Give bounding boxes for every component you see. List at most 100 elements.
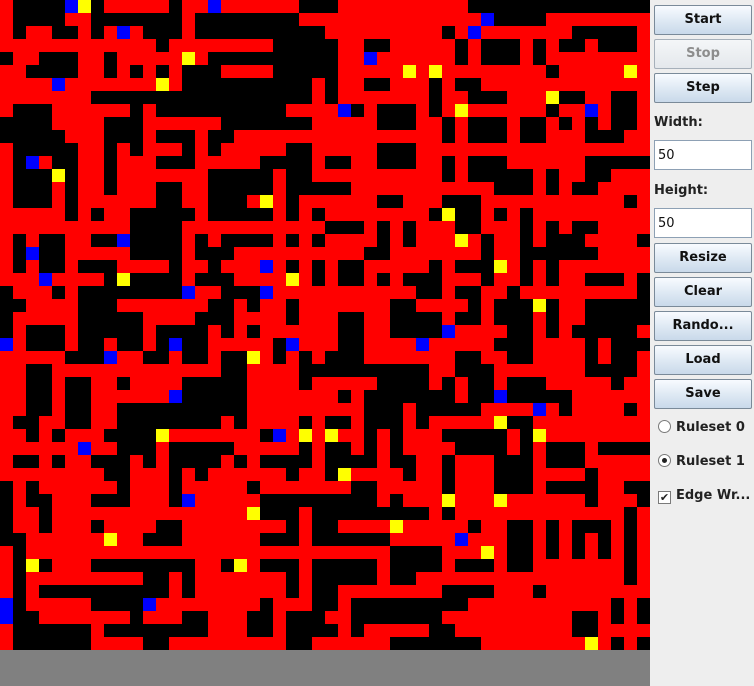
wire-cell[interactable] — [78, 156, 91, 169]
wire-cell[interactable] — [78, 273, 91, 286]
wire-cell[interactable] — [572, 208, 585, 221]
wire-cell[interactable] — [624, 208, 637, 221]
wire-cell[interactable] — [221, 39, 234, 52]
wire-cell[interactable] — [13, 442, 26, 455]
wire-cell[interactable] — [520, 286, 533, 299]
wire-cell[interactable] — [91, 169, 104, 182]
wire-cell[interactable] — [429, 351, 442, 364]
head-cell[interactable] — [104, 351, 117, 364]
wire-cell[interactable] — [598, 78, 611, 91]
wire-cell[interactable] — [481, 455, 494, 468]
wire-cell[interactable] — [130, 169, 143, 182]
wire-cell[interactable] — [546, 26, 559, 39]
wire-cell[interactable] — [13, 325, 26, 338]
wire-cell[interactable] — [26, 208, 39, 221]
wire-cell[interactable] — [0, 364, 13, 377]
wire-cell[interactable] — [247, 273, 260, 286]
wire-cell[interactable] — [559, 351, 572, 364]
wire-cell[interactable] — [429, 130, 442, 143]
wire-cell[interactable] — [624, 416, 637, 429]
wire-cell[interactable] — [468, 52, 481, 65]
wire-cell[interactable] — [533, 637, 546, 650]
wire-cell[interactable] — [65, 559, 78, 572]
wire-cell[interactable] — [52, 390, 65, 403]
wire-cell[interactable] — [13, 78, 26, 91]
tail-cell[interactable] — [533, 429, 546, 442]
wire-cell[interactable] — [429, 481, 442, 494]
wire-cell[interactable] — [260, 364, 273, 377]
wire-cell[interactable] — [520, 572, 533, 585]
wire-cell[interactable] — [273, 143, 286, 156]
wire-cell[interactable] — [520, 156, 533, 169]
wire-cell[interactable] — [572, 312, 585, 325]
wire-cell[interactable] — [260, 299, 273, 312]
wire-cell[interactable] — [78, 208, 91, 221]
wire-cell[interactable] — [377, 546, 390, 559]
wire-cell[interactable] — [351, 390, 364, 403]
wire-cell[interactable] — [572, 585, 585, 598]
wire-cell[interactable] — [533, 91, 546, 104]
wire-cell[interactable] — [260, 390, 273, 403]
wire-cell[interactable] — [78, 429, 91, 442]
wire-cell[interactable] — [195, 130, 208, 143]
wire-cell[interactable] — [312, 429, 325, 442]
wire-cell[interactable] — [91, 572, 104, 585]
wire-cell[interactable] — [416, 0, 429, 13]
wire-cell[interactable] — [637, 260, 650, 273]
wire-cell[interactable] — [520, 611, 533, 624]
wire-cell[interactable] — [0, 390, 13, 403]
wire-cell[interactable] — [182, 182, 195, 195]
wire-cell[interactable] — [299, 533, 312, 546]
wire-cell[interactable] — [143, 468, 156, 481]
wire-cell[interactable] — [208, 637, 221, 650]
wire-cell[interactable] — [351, 299, 364, 312]
wire-cell[interactable] — [130, 572, 143, 585]
wire-cell[interactable] — [286, 442, 299, 455]
wire-cell[interactable] — [117, 169, 130, 182]
wire-cell[interactable] — [559, 325, 572, 338]
wire-cell[interactable] — [403, 481, 416, 494]
wire-cell[interactable] — [312, 403, 325, 416]
wire-cell[interactable] — [468, 624, 481, 637]
wire-cell[interactable] — [26, 221, 39, 234]
wire-cell[interactable] — [0, 273, 13, 286]
wire-cell[interactable] — [351, 130, 364, 143]
wire-cell[interactable] — [143, 0, 156, 13]
wire-cell[interactable] — [182, 26, 195, 39]
wire-cell[interactable] — [52, 559, 65, 572]
wire-cell[interactable] — [78, 455, 91, 468]
wire-cell[interactable] — [455, 143, 468, 156]
wire-cell[interactable] — [611, 416, 624, 429]
wire-cell[interactable] — [611, 169, 624, 182]
wire-cell[interactable] — [598, 637, 611, 650]
wire-cell[interactable] — [351, 208, 364, 221]
wire-cell[interactable] — [156, 442, 169, 455]
wire-cell[interactable] — [260, 351, 273, 364]
wire-cell[interactable] — [377, 468, 390, 481]
wire-cell[interactable] — [260, 273, 273, 286]
wire-cell[interactable] — [598, 481, 611, 494]
wire-cell[interactable] — [130, 52, 143, 65]
wire-cell[interactable] — [195, 520, 208, 533]
wire-cell[interactable] — [299, 338, 312, 351]
wire-cell[interactable] — [52, 416, 65, 429]
wire-cell[interactable] — [182, 637, 195, 650]
wire-cell[interactable] — [364, 286, 377, 299]
wire-cell[interactable] — [143, 39, 156, 52]
wire-cell[interactable] — [104, 481, 117, 494]
wire-cell[interactable] — [260, 637, 273, 650]
wire-cell[interactable] — [13, 91, 26, 104]
wire-cell[interactable] — [429, 234, 442, 247]
head-cell[interactable] — [78, 442, 91, 455]
wire-cell[interactable] — [247, 494, 260, 507]
wire-cell[interactable] — [130, 39, 143, 52]
wire-cell[interactable] — [494, 637, 507, 650]
wire-cell[interactable] — [481, 611, 494, 624]
wire-cell[interactable] — [117, 195, 130, 208]
wire-cell[interactable] — [416, 169, 429, 182]
wire-cell[interactable] — [52, 494, 65, 507]
wire-cell[interactable] — [130, 260, 143, 273]
wire-cell[interactable] — [494, 26, 507, 39]
head-cell[interactable] — [143, 598, 156, 611]
wire-cell[interactable] — [442, 364, 455, 377]
